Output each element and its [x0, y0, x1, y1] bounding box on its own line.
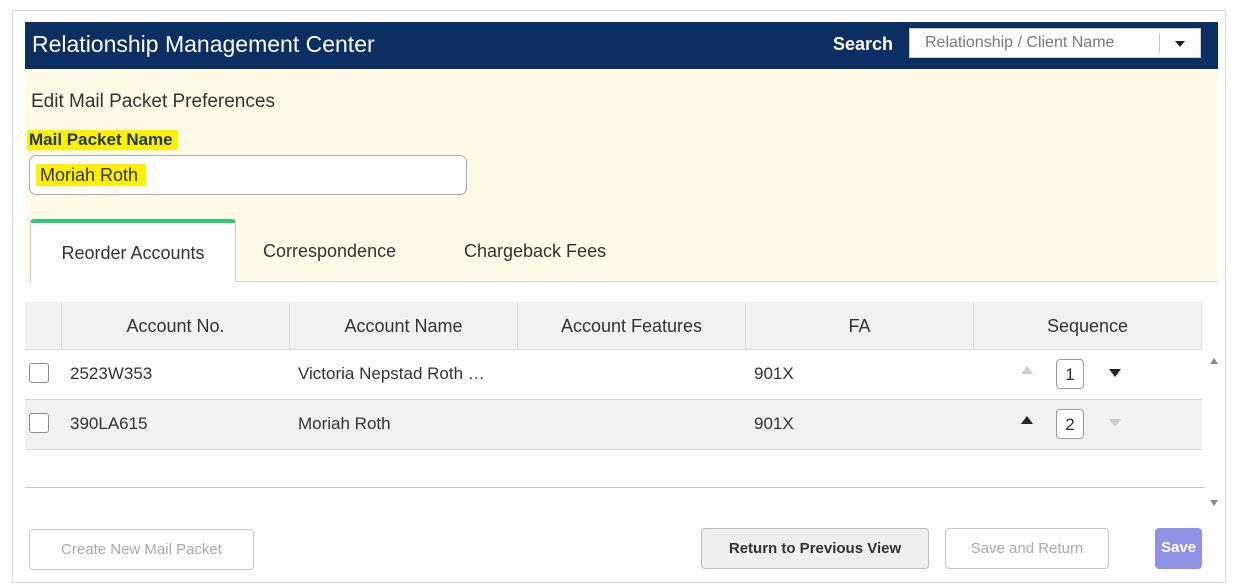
header-fa[interactable]: FA — [746, 302, 974, 349]
fa-cell: 901X — [754, 414, 794, 433]
account-no-cell: 390LA615 — [70, 414, 148, 433]
create-new-mail-packet-button[interactable]: Create New Mail Packet — [29, 529, 254, 570]
app-title: Relationship Management Center — [32, 31, 375, 57]
table-header: Account No. Account Name Account Feature… — [25, 302, 1202, 350]
sequence-down-arrow-icon[interactable] — [1109, 369, 1121, 377]
row-checkbox[interactable] — [29, 363, 49, 383]
search-combobox[interactable] — [909, 28, 1201, 58]
tab-reorder-accounts[interactable]: Reorder Accounts — [30, 219, 236, 282]
return-to-previous-view-button[interactable]: Return to Previous View — [701, 528, 929, 569]
sequence-down-arrow-icon — [1109, 419, 1121, 427]
save-button[interactable]: Save — [1155, 528, 1202, 569]
scroll-down-icon[interactable] — [1210, 500, 1218, 506]
table-scrollbar[interactable] — [1207, 350, 1218, 506]
search-input[interactable] — [910, 29, 1155, 57]
table-row[interactable]: 390LA615 Moriah Roth 901X 2 — [25, 400, 1202, 450]
section-title: Edit Mail Packet Preferences — [31, 91, 275, 112]
tab-chargeback-fees[interactable]: Chargeback Fees — [464, 241, 606, 262]
mail-packet-panel: Edit Mail Packet Preferences Mail Packet… — [25, 69, 1218, 282]
fa-cell: 901X — [754, 364, 794, 383]
sequence-up-arrow-icon — [1021, 366, 1033, 374]
sequence-input[interactable]: 1 — [1056, 359, 1084, 389]
sequence-input[interactable]: 2 — [1056, 409, 1084, 439]
header-sequence[interactable]: Sequence — [974, 302, 1202, 349]
mail-packet-name-input[interactable]: Moriah Roth — [29, 155, 467, 195]
search-divider — [1159, 33, 1160, 53]
header-account-name[interactable]: Account Name — [290, 302, 518, 349]
mail-packet-name-value[interactable]: Moriah Roth — [36, 164, 147, 186]
app-header: Relationship Management Center Search — [25, 22, 1218, 69]
account-name-cell: Victoria Nepstad Roth … — [298, 364, 485, 383]
account-no-cell: 2523W353 — [70, 364, 153, 383]
header-account-no[interactable]: Account No. — [62, 302, 290, 349]
header-select-column — [25, 302, 62, 349]
tab-label-reorder-accounts: Reorder Accounts — [61, 243, 205, 263]
mail-packet-name-label: Mail Packet Name — [27, 130, 178, 150]
row-checkbox[interactable] — [29, 413, 49, 433]
table-row[interactable]: 2523W353 Victoria Nepstad Roth … 901X 1 — [25, 350, 1202, 400]
account-name-cell: Moriah Roth — [298, 414, 391, 433]
sequence-up-arrow-icon[interactable] — [1021, 416, 1033, 424]
table-bottom-border — [25, 487, 1205, 488]
search-label: Search — [833, 34, 894, 54]
accounts-table: Account No. Account Name Account Feature… — [25, 302, 1218, 506]
tab-divider-line — [236, 281, 1218, 282]
save-and-return-button[interactable]: Save and Return — [945, 528, 1109, 569]
caret-down-icon[interactable] — [1175, 41, 1185, 47]
scroll-up-icon[interactable] — [1210, 358, 1218, 364]
header-account-features[interactable]: Account Features — [518, 302, 746, 349]
tab-correspondence[interactable]: Correspondence — [263, 241, 396, 262]
